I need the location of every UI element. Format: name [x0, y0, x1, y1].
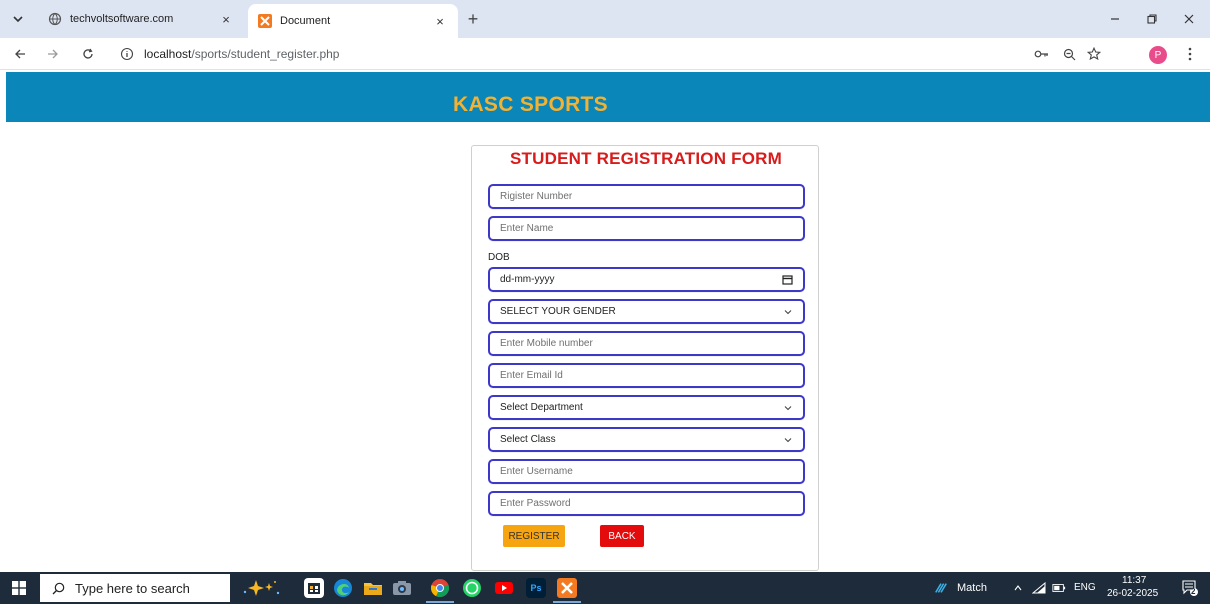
tab-close-icon[interactable]: ×	[218, 11, 234, 27]
file-explorer-icon[interactable]	[363, 578, 383, 598]
forward-arrow-icon[interactable]	[43, 44, 63, 64]
battery-icon[interactable]	[1052, 581, 1066, 595]
back-button[interactable]: BACK	[600, 525, 644, 547]
globe-icon	[48, 12, 62, 26]
gender-selected-value: SELECT YOUR GENDER	[500, 306, 616, 317]
chevron-down-icon	[783, 435, 793, 445]
url-path: /sports/student_register.php	[191, 47, 340, 61]
active-app-indicator	[426, 601, 454, 603]
clock-date[interactable]: 26-02-2025	[1107, 588, 1158, 599]
dob-input[interactable]: dd-mm-yyyy	[488, 267, 805, 292]
profile-avatar[interactable]: P	[1149, 46, 1167, 64]
reload-icon[interactable]	[78, 44, 98, 64]
weather-widget-text[interactable]: Match	[957, 582, 987, 594]
browser-toolbar: localhost/sports/student_register.php P	[0, 38, 1210, 70]
registration-form: STUDENT REGISTRATION FORM Rigister Numbe…	[471, 145, 819, 571]
restore-icon[interactable]	[1141, 8, 1163, 30]
camera-app-icon[interactable]	[392, 578, 412, 598]
tab-document[interactable]: Document ×	[248, 4, 458, 38]
menu-kebab-icon[interactable]	[1181, 45, 1199, 63]
chevron-up-icon[interactable]	[1011, 581, 1025, 595]
notification-center-icon[interactable]: 2	[1181, 579, 1199, 597]
notification-count: 2	[1191, 587, 1196, 596]
edge-browser-icon[interactable]	[333, 578, 353, 598]
clock-time[interactable]: 11:37	[1122, 575, 1146, 586]
back-arrow-icon[interactable]	[10, 44, 30, 64]
windows-taskbar: Type here to search Ps Match ENG 11:37 2…	[0, 572, 1210, 604]
chrome-browser-icon[interactable]	[430, 578, 450, 598]
dob-value: dd-mm-yyyy	[500, 274, 555, 285]
browser-tabstrip: techvoltsoftware.com × Document × +	[0, 0, 1210, 38]
search-icon	[52, 582, 65, 594]
whatsapp-icon[interactable]	[462, 578, 482, 598]
xampp-taskbar-icon[interactable]	[557, 578, 577, 598]
windows-start-icon[interactable]	[12, 581, 26, 595]
class-select[interactable]: Select Class	[488, 427, 805, 452]
dob-label: DOB	[488, 252, 510, 263]
site-title: KASC SPORTS	[453, 93, 608, 116]
department-selected-value: Select Department	[500, 402, 583, 413]
url-host: localhost	[144, 47, 192, 61]
calendar-icon[interactable]	[782, 274, 793, 285]
class-selected-value: Select Class	[500, 434, 556, 445]
language-indicator[interactable]: ENG	[1074, 582, 1096, 593]
new-tab-button[interactable]: +	[463, 9, 483, 29]
chevron-down-icon	[783, 307, 793, 317]
name-input[interactable]: Enter Name	[488, 216, 805, 241]
youtube-icon[interactable]	[494, 578, 514, 598]
search-placeholder: Type here to search	[75, 580, 190, 596]
active-app-indicator	[553, 601, 581, 603]
cricket-weather-icon[interactable]	[934, 581, 948, 595]
calendar-app-icon[interactable]	[304, 578, 324, 598]
tab-search-icon[interactable]	[9, 10, 27, 28]
photoshop-icon[interactable]: Ps	[526, 578, 546, 598]
xampp-icon	[258, 14, 272, 28]
tab-title: techvoltsoftware.com	[70, 13, 174, 25]
mobile-input[interactable]: Enter Mobile number	[488, 331, 805, 356]
window-close-icon[interactable]	[1178, 8, 1200, 30]
info-icon[interactable]	[120, 47, 134, 61]
username-input[interactable]: Enter Username	[488, 459, 805, 484]
password-input[interactable]: Enter Password	[488, 491, 805, 516]
bookmark-star-icon[interactable]	[1085, 45, 1103, 63]
minimize-icon[interactable]	[1104, 8, 1126, 30]
copilot-sparkle-icon[interactable]	[240, 578, 284, 598]
register-button[interactable]: REGISTER	[503, 525, 565, 547]
register-number-input[interactable]: Rigister Number	[488, 184, 805, 209]
tab-techvolt[interactable]: techvoltsoftware.com ×	[34, 5, 244, 33]
chevron-down-icon	[783, 403, 793, 413]
password-key-icon[interactable]	[1033, 45, 1051, 63]
gender-select[interactable]: SELECT YOUR GENDER	[488, 299, 805, 324]
network-wifi-icon[interactable]	[1032, 581, 1046, 595]
form-heading: STUDENT REGISTRATION FORM	[510, 149, 782, 168]
tab-title: Document	[280, 15, 331, 27]
department-select[interactable]: Select Department	[488, 395, 805, 420]
address-bar[interactable]: localhost/sports/student_register.php	[110, 42, 1130, 66]
site-header: KASC SPORTS	[6, 72, 1210, 122]
tab-close-icon[interactable]: ×	[432, 13, 448, 29]
email-input[interactable]: Enter Email Id	[488, 363, 805, 388]
taskbar-search-box[interactable]: Type here to search	[40, 574, 230, 602]
url-text: localhost/sports/student_register.php	[144, 47, 339, 61]
zoom-icon[interactable]	[1060, 45, 1078, 63]
